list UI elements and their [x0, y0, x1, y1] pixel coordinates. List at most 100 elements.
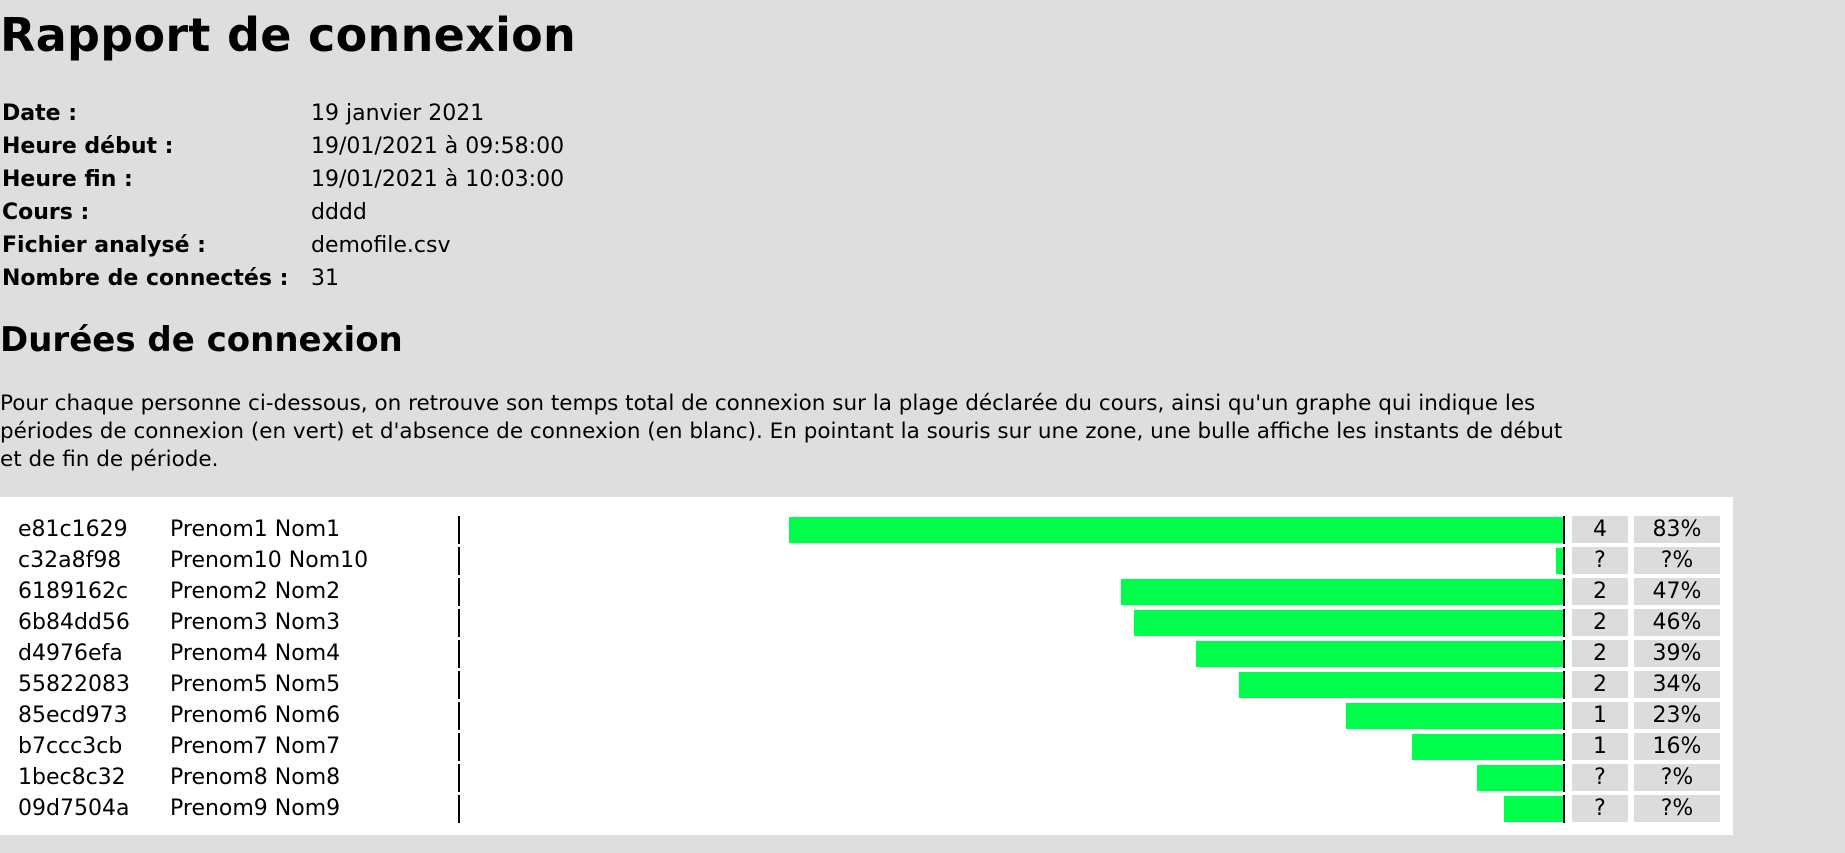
connection-count: 2: [1572, 671, 1628, 698]
meta-value: dddd: [311, 200, 367, 225]
participant-id: e81c1629: [18, 517, 128, 542]
report-meta: Date : 19 janvier 2021 Heure début : 19/…: [2, 97, 564, 295]
table-row: d4976efa Prenom4 Nom4 2 39%: [0, 638, 1733, 669]
timeline-end-marker: [1563, 764, 1565, 792]
table-row: e81c1629 Prenom1 Nom1 4 83%: [0, 514, 1733, 545]
connection-percent: 23%: [1634, 702, 1720, 729]
meta-value: 19 janvier 2021: [311, 101, 485, 126]
connection-percent: 39%: [1634, 640, 1720, 667]
participant-id: c32a8f98: [18, 548, 122, 573]
timeline-end-marker: [1563, 795, 1565, 823]
timeline-end-marker: [1563, 578, 1565, 606]
connection-percent: 83%: [1634, 516, 1720, 543]
participant-id: d4976efa: [18, 641, 123, 666]
participant-id: 55822083: [18, 672, 130, 697]
connection-period-bar[interactable]: [1346, 703, 1563, 729]
participant-id: 09d7504a: [18, 796, 130, 821]
table-row: 6b84dd56 Prenom3 Nom3 2 46%: [0, 607, 1733, 638]
participant-name: Prenom3 Nom3: [170, 610, 341, 635]
connection-count: 1: [1572, 733, 1628, 760]
meta-label: Nombre de connectés :: [2, 266, 289, 291]
connection-period-bar[interactable]: [1556, 548, 1563, 574]
timeline-start-marker: [458, 547, 460, 575]
connection-period-bar[interactable]: [789, 517, 1563, 543]
participant-name: Prenom7 Nom7: [170, 734, 341, 759]
connection-count: ?: [1572, 547, 1628, 574]
participant-name: Prenom1 Nom1: [170, 517, 341, 542]
table-row: 1bec8c32 Prenom8 Nom8??%: [0, 762, 1733, 793]
meta-label: Cours :: [2, 200, 90, 225]
table-row: c32a8f98 Prenom10 Nom10??%: [0, 545, 1733, 576]
participant-name: Prenom10 Nom10: [170, 548, 369, 573]
timeline-start-marker: [458, 764, 460, 792]
timeline-start-marker: [458, 671, 460, 699]
connection-period-bar[interactable]: [1477, 765, 1563, 791]
meta-row-file: Fichier analysé : demofile.csv: [2, 229, 564, 262]
participant-name: Prenom6 Nom6: [170, 703, 341, 728]
meta-row-date: Date : 19 janvier 2021: [2, 97, 564, 130]
timeline-start-marker: [458, 516, 460, 544]
timeline-end-marker: [1563, 640, 1565, 668]
meta-value: 31: [311, 266, 339, 291]
timeline-start-marker: [458, 795, 460, 823]
page-title: Rapport de connexion: [0, 8, 577, 62]
timeline-start-marker: [458, 609, 460, 637]
connection-percent: 16%: [1634, 733, 1720, 760]
connection-table: e81c1629 Prenom1 Nom1 4 83% c32a8f98 Prenom10…: [0, 497, 1733, 835]
section-heading: Durées de connexion: [0, 320, 403, 360]
timeline-end-marker: [1563, 516, 1565, 544]
participant-name: Prenom5 Nom5: [170, 672, 341, 697]
meta-label: Date :: [2, 101, 78, 126]
participant-id: 6189162c: [18, 579, 129, 604]
participant-id: 1bec8c32: [18, 765, 126, 790]
connection-period-bar[interactable]: [1196, 641, 1563, 667]
connection-count: 2: [1572, 609, 1628, 636]
table-row: 55822083 Prenom5 Nom5 2 34%: [0, 669, 1733, 700]
meta-value: 19/01/2021 à 09:58:00: [311, 134, 565, 159]
meta-label: Fichier analysé :: [2, 233, 206, 258]
connection-count: 4: [1572, 516, 1628, 543]
timeline-end-marker: [1563, 733, 1565, 761]
connection-period-bar[interactable]: [1134, 610, 1563, 636]
meta-row-course: Cours : dddd: [2, 196, 564, 229]
meta-row-end: Heure fin : 19/01/2021 à 10:03:00: [2, 163, 564, 196]
participant-name: Prenom4 Nom4: [170, 641, 341, 666]
meta-value: 19/01/2021 à 10:03:00: [311, 167, 565, 192]
timeline-end-marker: [1563, 547, 1565, 575]
timeline-end-marker: [1563, 671, 1565, 699]
connection-period-bar[interactable]: [1121, 579, 1563, 605]
connection-period-bar[interactable]: [1412, 734, 1563, 760]
participant-name: Prenom8 Nom8: [170, 765, 341, 790]
participant-id: 85ecd973: [18, 703, 128, 728]
participant-name: Prenom2 Nom2: [170, 579, 341, 604]
connection-percent: ?%: [1634, 795, 1720, 822]
connection-percent: 46%: [1634, 609, 1720, 636]
connection-count: 2: [1572, 578, 1628, 605]
connection-count: ?: [1572, 764, 1628, 791]
meta-value: demofile.csv: [311, 233, 451, 258]
timeline-start-marker: [458, 578, 460, 606]
table-row: b7ccc3cb Prenom7 Nom7 1 16%: [0, 731, 1733, 762]
meta-row-connected: Nombre de connectés : 31: [2, 262, 564, 295]
timeline-start-marker: [458, 733, 460, 761]
timeline-start-marker: [458, 640, 460, 668]
meta-row-start: Heure début : 19/01/2021 à 09:58:00: [2, 130, 564, 163]
meta-label: Heure fin :: [2, 167, 133, 192]
participant-name: Prenom9 Nom9: [170, 796, 341, 821]
connection-count: 1: [1572, 702, 1628, 729]
table-row: 85ecd973 Prenom6 Nom6 1 23%: [0, 700, 1733, 731]
connection-count: 2: [1572, 640, 1628, 667]
participant-id: 6b84dd56: [18, 610, 130, 635]
connection-period-bar[interactable]: [1504, 796, 1563, 822]
connection-percent: 47%: [1634, 578, 1720, 605]
connection-percent: ?%: [1634, 764, 1720, 791]
timeline-end-marker: [1563, 702, 1565, 730]
table-row: 09d7504a Prenom9 Nom9??%: [0, 793, 1733, 824]
meta-label: Heure début :: [2, 134, 174, 159]
timeline-end-marker: [1563, 609, 1565, 637]
connection-count: ?: [1572, 795, 1628, 822]
timeline-start-marker: [458, 702, 460, 730]
connection-percent: ?%: [1634, 547, 1720, 574]
connection-percent: 34%: [1634, 671, 1720, 698]
connection-period-bar[interactable]: [1239, 672, 1563, 698]
